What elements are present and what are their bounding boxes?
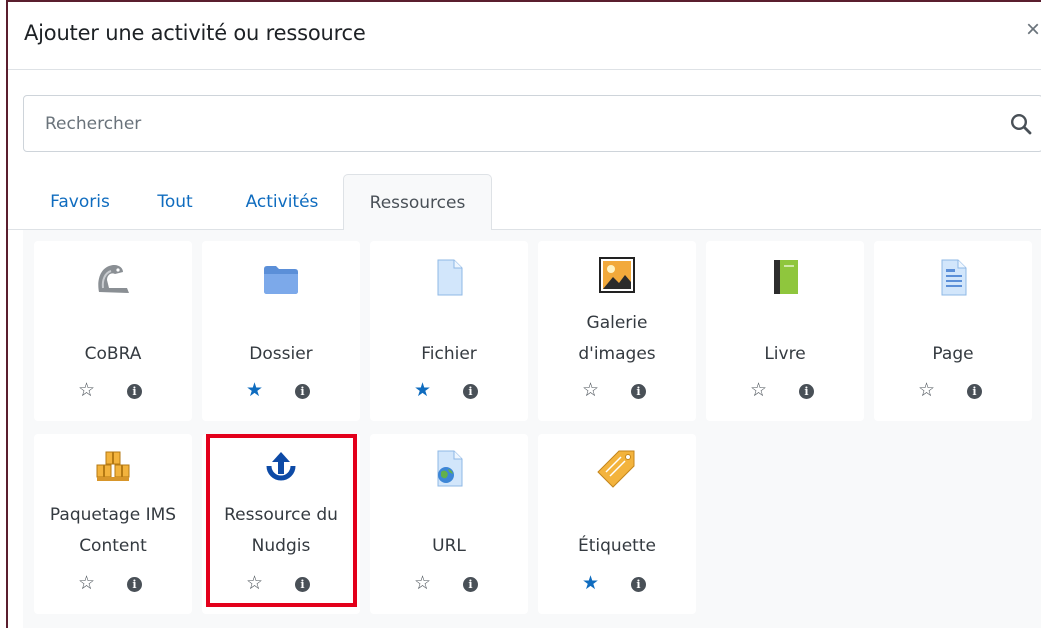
card-label: Étiquette [578, 536, 656, 556]
info-icon[interactable]: i [631, 577, 646, 592]
card-label: Dossier [249, 344, 313, 364]
highlight-box [206, 434, 357, 607]
modal-title: Ajouter une activité ou ressource [24, 21, 366, 45]
favourite-star-icon[interactable]: ★ [414, 381, 431, 400]
card-cobra[interactable]: CoBRA ☆ i [34, 241, 192, 421]
favourite-star-icon[interactable]: ☆ [750, 381, 767, 400]
favourite-star-icon[interactable]: ☆ [918, 381, 935, 400]
card-paquetage-ims[interactable]: Paquetage IMS Content ☆ i [34, 434, 192, 614]
tab-favoris[interactable]: Favoris [44, 174, 116, 230]
info-icon[interactable]: i [295, 384, 310, 399]
card-fichier[interactable]: Fichier ★ i [370, 241, 528, 421]
page-icon [941, 259, 967, 296]
file-icon [437, 259, 463, 296]
info-icon[interactable]: i [967, 384, 982, 399]
card-url[interactable]: URL ☆ i [370, 434, 528, 614]
folder-icon [264, 266, 298, 294]
add-activity-modal: Ajouter une activité ou ressource × Favo… [8, 2, 1041, 628]
info-icon[interactable]: i [631, 384, 646, 399]
card-galerie-images[interactable]: Galerie d'images ☆ i [538, 241, 696, 421]
cobra-icon [98, 264, 129, 293]
tab-tout[interactable]: Tout [152, 174, 198, 230]
card-livre[interactable]: Livre ☆ i [706, 241, 864, 421]
info-icon[interactable]: i [127, 384, 142, 399]
info-icon[interactable]: i [799, 384, 814, 399]
ims-package-icon [96, 451, 130, 481]
card-label: Page [932, 344, 974, 364]
card-etiquette[interactable]: Étiquette ★ i [538, 434, 696, 614]
card-label: Livre [764, 344, 806, 364]
category-tabs: Favoris Tout Activités Ressources [8, 174, 1041, 231]
favourite-star-icon[interactable]: ☆ [78, 381, 95, 400]
card-dossier[interactable]: Dossier ★ i [202, 241, 360, 421]
card-label: Fichier [421, 344, 477, 364]
tab-activites[interactable]: Activités [237, 174, 327, 230]
image-gallery-icon [599, 257, 635, 293]
favourite-star-icon[interactable]: ★ [246, 381, 263, 400]
info-icon[interactable]: i [463, 384, 478, 399]
tab-ressources[interactable]: Ressources [343, 174, 492, 231]
close-button[interactable]: × [1026, 18, 1040, 42]
book-icon [774, 260, 798, 294]
search-icon[interactable] [1010, 113, 1032, 135]
card-label: Galerie [586, 313, 648, 333]
card-label: URL [432, 536, 466, 556]
card-page[interactable]: Page ☆ i [874, 241, 1032, 421]
search-box [23, 95, 1041, 152]
favourite-star-icon[interactable]: ☆ [78, 574, 95, 593]
card-label: CoBRA [84, 344, 142, 364]
info-icon[interactable]: i [463, 577, 478, 592]
favourite-star-icon[interactable]: ☆ [414, 574, 431, 593]
modal-header: Ajouter une activité ou ressource × [8, 2, 1041, 70]
card-label: d'images [578, 344, 656, 364]
info-icon[interactable]: i [127, 577, 142, 592]
card-label: Content [79, 536, 147, 556]
label-tag-icon [597, 450, 635, 488]
window-frame-left [0, 0, 8, 628]
favourite-star-icon[interactable]: ★ [582, 574, 599, 593]
search-input[interactable] [24, 96, 984, 151]
url-icon [437, 450, 463, 487]
resource-grid: CoBRA ☆ i Dossier ★ i Fichier ★ i Galeri… [23, 230, 1041, 628]
favourite-star-icon[interactable]: ☆ [582, 381, 599, 400]
card-label: Paquetage IMS [49, 505, 177, 525]
